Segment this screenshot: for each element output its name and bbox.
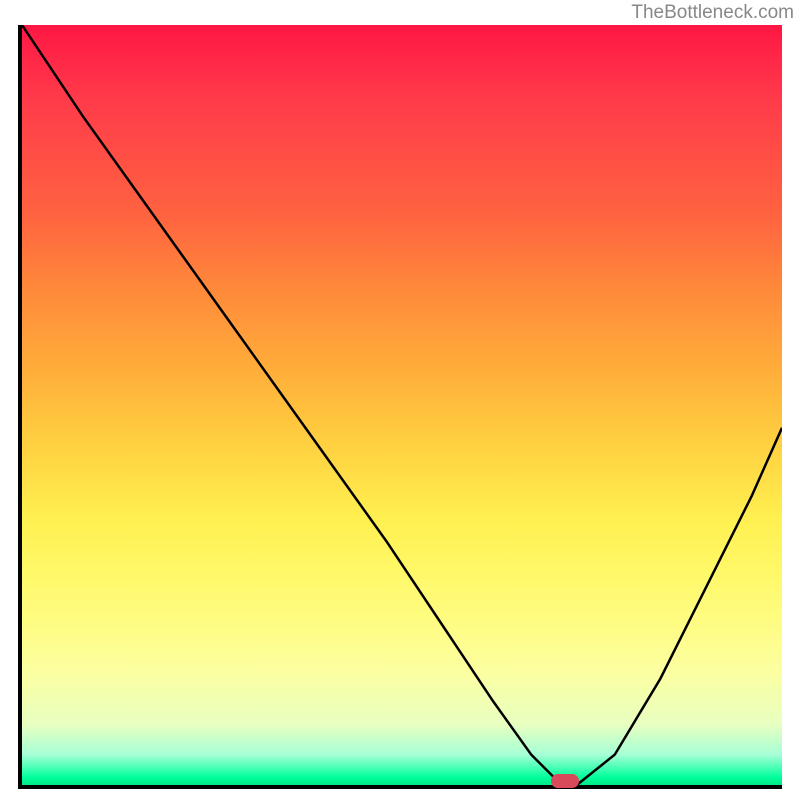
optimal-marker	[551, 774, 579, 788]
bottleneck-curve	[22, 25, 782, 785]
watermark-text: TheBottleneck.com	[631, 2, 794, 24]
chart-area	[18, 25, 782, 789]
